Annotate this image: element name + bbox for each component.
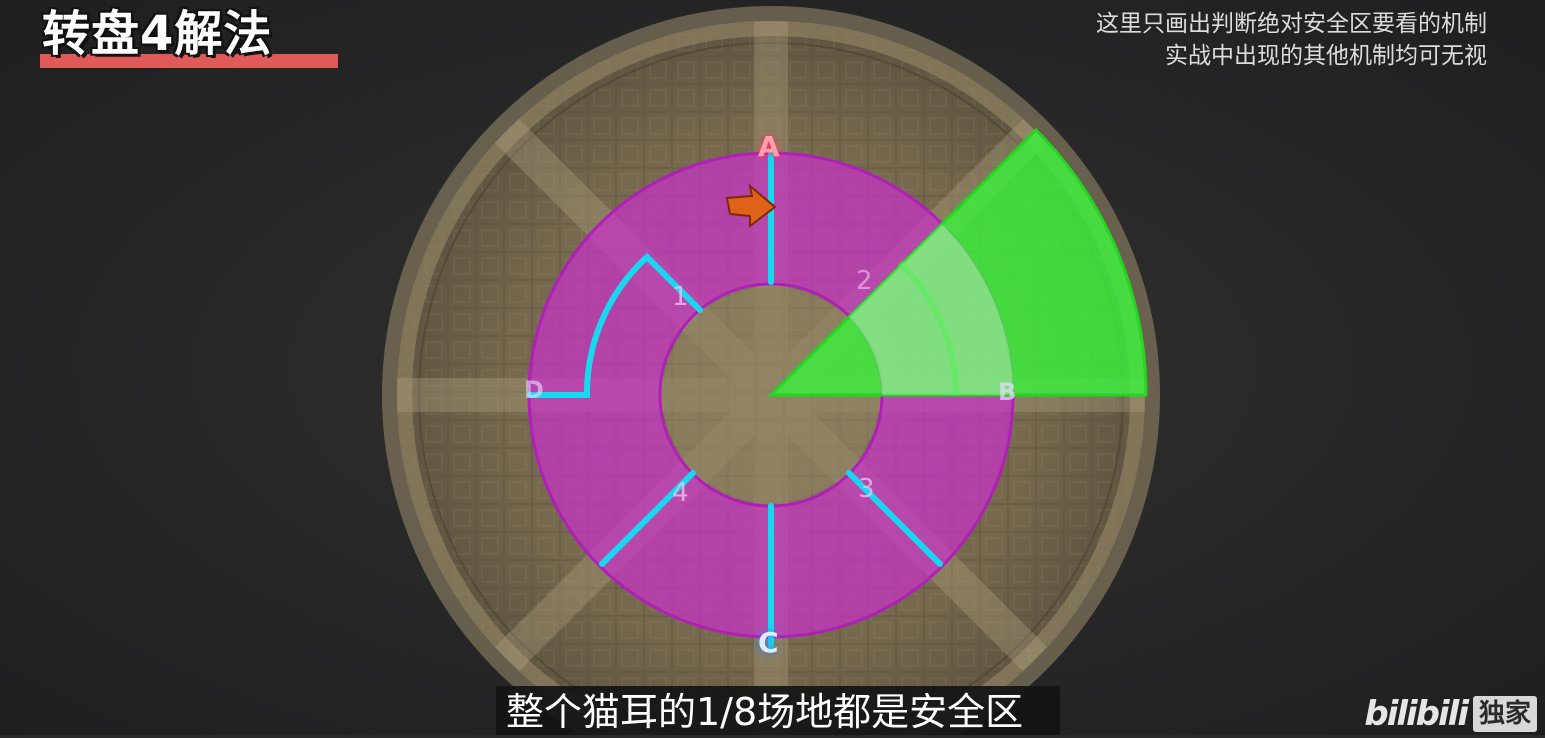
- video-title: 转盘4解法: [40, 2, 338, 68]
- watermark: bilibili 独家: [1364, 694, 1537, 734]
- bilibili-logo: bilibili: [1364, 694, 1469, 734]
- sector-number-4: 4: [672, 478, 689, 508]
- note-line-1: 这里只画出判断绝对安全区要看的机制: [1096, 11, 1487, 37]
- sector-number-1: 1: [672, 282, 689, 312]
- waymark-c: C: [758, 626, 779, 659]
- sector-number-2: 2: [856, 266, 873, 296]
- exclusive-badge: 独家: [1472, 696, 1537, 732]
- subtitle-text: 整个猫耳的1/8场地都是安全区: [506, 690, 1024, 734]
- waymark-d: D: [524, 376, 544, 404]
- waymark-a: A: [758, 130, 780, 163]
- mechanic-note: 这里只画出判断绝对安全区要看的机制 实战中出现的其他机制均可无视: [1096, 8, 1487, 72]
- arena-diagram: [382, 6, 1160, 735]
- waymark-b: B: [998, 378, 1017, 406]
- note-line-2: 实战中出现的其他机制均可无视: [1165, 43, 1487, 69]
- subtitle-bar: 整个猫耳的1/8场地都是安全区: [496, 686, 1060, 735]
- sector-number-3: 3: [858, 474, 875, 504]
- title-text: 转盘4解法: [42, 6, 273, 62]
